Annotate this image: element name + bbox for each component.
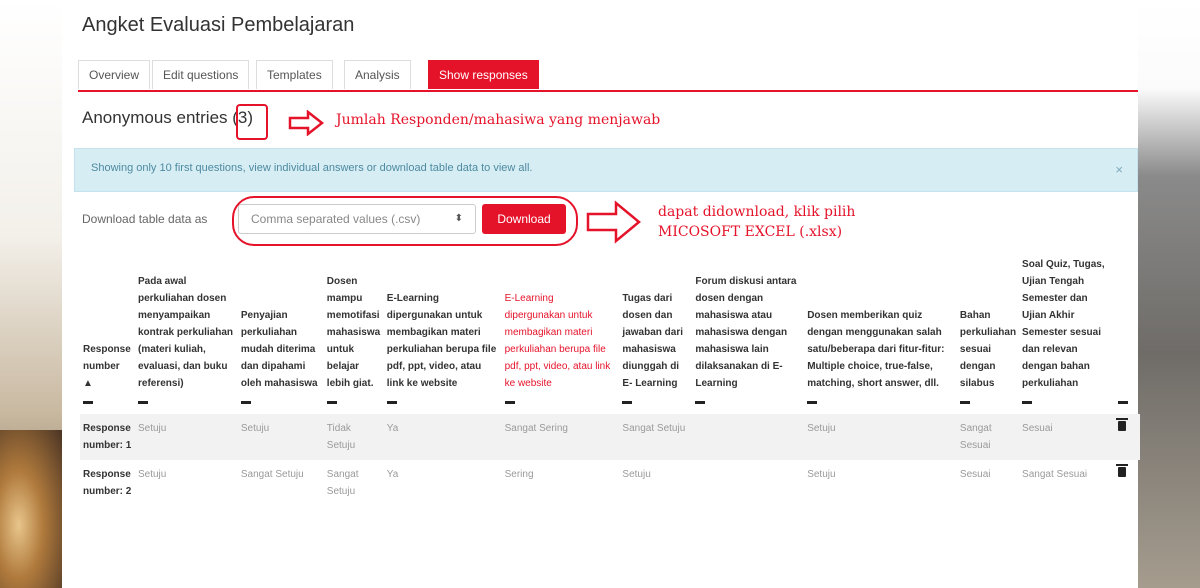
table-cell [692, 460, 804, 506]
anonymous-entries: Anonymous entries (3) [82, 108, 253, 128]
table-cell: Setuju [622, 469, 651, 480]
page-title: Angket Evaluasi Pembelajaran [82, 14, 355, 36]
delete-cell [1114, 414, 1140, 460]
collapse-icon[interactable] [504, 401, 515, 404]
background-left [0, 0, 62, 588]
header-question: Pada awal perkuliahan dosen menyampaikan… [137, 276, 234, 389]
table-cell: Setuju [134, 414, 238, 460]
download-highlight-oval [232, 196, 578, 246]
table-header-row: Response number ▲ Pada awal perkuliahan … [80, 256, 1140, 396]
arrow-right-icon [586, 200, 641, 244]
table-cell: Sesuai [1019, 414, 1115, 460]
table-cell: Ya [383, 414, 502, 460]
collapse-row [80, 396, 1140, 414]
annotation-download-line1: dapat didownload, klik pilih [658, 204, 856, 220]
count-highlight-box [236, 104, 268, 140]
table-cell: Sesuai [959, 469, 991, 480]
table-cell: Sangat Setuju [326, 469, 359, 497]
header-question-highlighted: E-Learning dipergunakan untuk membagikan… [504, 293, 611, 389]
collapse-icon[interactable] [83, 401, 93, 404]
header-question: E-Learning dipergunakan untuk membagikan… [386, 293, 497, 389]
arrow-right-icon [288, 110, 325, 136]
table-cell: Sangat Setuju [619, 414, 693, 460]
table-cell: Setuju [804, 414, 957, 460]
collapse-icon[interactable] [137, 401, 148, 404]
main-panel: Angket Evaluasi Pembelajaran Overview Ed… [62, 0, 1140, 588]
tab-show-responses[interactable]: Show responses [428, 60, 539, 89]
collapse-icon[interactable] [326, 401, 337, 404]
responses-table: Response number ▲ Pada awal perkuliahan … [80, 256, 1140, 506]
trash-icon[interactable] [1115, 464, 1128, 477]
table-cell: Setuju [137, 469, 167, 480]
anonymous-entries-label: Anonymous entries [82, 108, 228, 127]
annotation-download-line2: MICOSOFT EXCEL (.xlsx) [658, 224, 843, 240]
table-cell: Sering [504, 469, 534, 480]
response-number-cell: Response number: 1 [80, 414, 135, 460]
tab-edit-questions[interactable]: Edit questions [152, 60, 250, 89]
annotation-download: dapat didownload, klik pilih MICOSOFT EX… [658, 202, 855, 242]
table-cell: Sangat Sering [501, 414, 620, 460]
header-question: Forum diskusi antara dosen dengan mahasi… [695, 276, 797, 389]
header-question: Soal Quiz, Tugas, Ujian Tengah Semester … [1022, 259, 1105, 389]
response-number-cell: Response number: 2 [83, 469, 132, 497]
table-cell: Setuju [237, 414, 324, 460]
tab-overview[interactable]: Overview [78, 60, 151, 89]
table-cell: Tidak Setuju [323, 414, 384, 460]
background-decor [0, 430, 62, 588]
collapse-icon[interactable] [386, 401, 397, 404]
collapse-icon[interactable] [1117, 401, 1128, 404]
info-alert: Showing only 10 first questions, view in… [74, 148, 1138, 192]
collapse-icon[interactable] [622, 401, 633, 404]
collapse-icon[interactable] [695, 401, 706, 404]
download-label: Download table data as [82, 212, 208, 226]
collapse-icon[interactable] [807, 401, 818, 404]
background-right [1138, 0, 1200, 588]
tab-templates[interactable]: Templates [256, 60, 333, 89]
table-cell: Sangat Sesuai [1022, 469, 1088, 480]
delete-cell [1115, 460, 1140, 506]
tab-bar: Overview Edit questions Templates Analys… [78, 56, 1138, 92]
table-cell [692, 414, 805, 460]
table-row: Response number: 1 Setuju Setuju Tidak S… [80, 414, 1140, 460]
trash-icon[interactable] [1115, 418, 1128, 431]
collapse-icon[interactable] [240, 401, 251, 404]
table-cell: Ya [386, 469, 399, 480]
alert-text: Showing only 10 first questions, view in… [91, 162, 533, 174]
header-question: Dosen mampu memotifasi mahasiswa untuk b… [326, 276, 381, 389]
table-cell: Setuju [807, 469, 836, 480]
annotation-respondents: Jumlah Responden/mahasiwa yang menjawab [336, 112, 661, 128]
header-question: Tugas dari dosen dan jawaban dari mahasi… [622, 293, 683, 389]
collapse-icon[interactable] [959, 401, 970, 404]
header-question: Penyajian perkuliahan mudah diterima dan… [240, 310, 318, 389]
table-row: Response number: 2 Setuju Sangat Setuju … [80, 460, 1140, 506]
table-cell: Sangat Setuju [240, 469, 304, 480]
header-question: Dosen memberikan quiz dengan menggunakan… [807, 310, 945, 389]
collapse-icon[interactable] [1022, 401, 1033, 404]
tab-analysis[interactable]: Analysis [344, 60, 411, 89]
table-cell: Sangat Sesuai [956, 414, 1020, 460]
header-response-number[interactable]: Response number ▲ [80, 256, 135, 396]
close-icon[interactable]: × [1115, 162, 1123, 177]
header-actions [1115, 256, 1140, 396]
header-question: Bahan perkuliahan sesuai dengan silabus [959, 310, 1017, 389]
